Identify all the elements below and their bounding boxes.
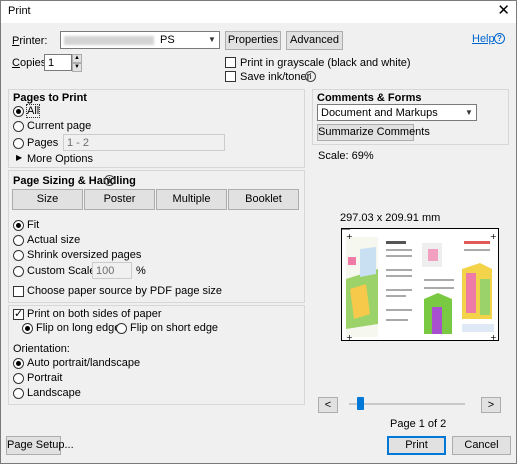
advanced-button[interactable]: Advanced (286, 31, 343, 50)
next-page-button[interactable]: > (481, 397, 501, 413)
preview-page-thumbnail: + + + + (341, 228, 499, 341)
summarize-comments-button[interactable]: Summarize Comments (317, 124, 430, 141)
chevron-down-icon: ▼ (461, 105, 476, 120)
custom-scale-radio[interactable] (13, 266, 24, 277)
fit-radio[interactable] (13, 220, 24, 231)
summarize-label: Summarize Comments (318, 126, 430, 138)
long-edge-radio[interactable] (22, 323, 33, 334)
shrink-label: Shrink oversized pages (27, 249, 142, 261)
expand-triangle-icon[interactable]: ▶ (16, 153, 22, 162)
page-dimensions: 297.03 x 209.91 mm (340, 212, 441, 224)
svg-text:+: + (490, 232, 497, 241)
help-link[interactable]: Help (472, 33, 495, 45)
size-button-label: Size (36, 193, 59, 205)
grayscale-checkbox[interactable] (225, 57, 236, 68)
properties-label: Properties (227, 34, 279, 46)
svg-text:+: + (346, 232, 353, 241)
page-slider-thumb[interactable] (357, 397, 364, 410)
landscape-radio[interactable] (13, 388, 24, 399)
landscape-label: Landscape (27, 387, 81, 399)
page-status: Page 1 of 2 (390, 418, 447, 430)
properties-button[interactable]: Properties (225, 31, 281, 50)
actual-size-label: Actual size (27, 234, 81, 246)
fit-label: Fit (27, 219, 40, 231)
custom-scale-input[interactable]: 100 (92, 262, 132, 279)
booklet-button[interactable]: Booklet (228, 189, 299, 210)
brochure-preview-image: + + + + (342, 229, 498, 341)
title-bar: Print ✕ (1, 1, 516, 23)
page-slider-track[interactable] (349, 403, 465, 405)
paper-source-checkbox[interactable] (13, 286, 24, 297)
previous-page-button[interactable]: < (318, 397, 338, 413)
window-title: Print (8, 5, 31, 17)
current-page-label: Current page (27, 120, 92, 132)
info-icon[interactable]: i (305, 71, 316, 82)
printer-label: Printer: (12, 35, 48, 47)
copies-up-button[interactable]: ▲ (72, 54, 82, 63)
printer-name-redacted (64, 35, 154, 45)
pages-heading: Pages to Print (13, 92, 87, 104)
save-ink-checkbox[interactable] (225, 71, 236, 82)
printer-name-suffix: PS (160, 34, 175, 46)
shrink-radio[interactable] (13, 250, 24, 261)
paper-source-label: Choose paper source by PDF page size (27, 285, 223, 297)
close-icon[interactable]: ✕ (497, 3, 510, 19)
info-icon[interactable]: i (104, 175, 115, 186)
svg-text:+: + (490, 333, 497, 341)
both-sides-checkbox[interactable] (13, 307, 24, 321)
save-ink-label: Save ink/toner (240, 71, 311, 83)
grayscale-label: Print in grayscale (black and white) (240, 57, 411, 69)
comments-select[interactable]: Document and Markups ▼ (317, 104, 477, 121)
previous-page-label: < (324, 399, 332, 411)
portrait-label: Portrait (27, 372, 63, 384)
long-edge-label: Flip on long edge (36, 322, 121, 334)
pages-range-label: Pages (27, 137, 59, 149)
pages-range-input[interactable]: 1 - 2 (63, 134, 225, 151)
pages-range-radio[interactable] (13, 138, 24, 149)
orientation-heading: Orientation: (13, 343, 70, 355)
print-label: Print (405, 439, 428, 451)
sizing-heading: Page Sizing & Handling (13, 175, 136, 187)
print-button[interactable]: Print (387, 436, 446, 455)
scale-label: Scale: 69% (318, 150, 374, 162)
more-options-label[interactable]: More Options (27, 153, 93, 165)
comments-heading: Comments & Forms (317, 92, 422, 104)
short-edge-radio[interactable] (116, 323, 127, 334)
percent-label: % (136, 265, 146, 277)
svg-text:+: + (346, 333, 353, 341)
advanced-label: Advanced (290, 34, 339, 46)
short-edge-label: Flip on short edge (130, 322, 219, 334)
booklet-button-label: Booklet (245, 193, 282, 205)
comments-select-value: Document and Markups (321, 107, 438, 119)
auto-orientation-label: Auto portrait/landscape (27, 357, 141, 369)
copies-input[interactable]: 1 (44, 54, 72, 71)
multiple-button-label: Multiple (172, 193, 211, 205)
poster-button-label: Poster (103, 193, 136, 205)
poster-button[interactable]: Poster (84, 189, 155, 210)
size-button[interactable]: Size (12, 189, 83, 210)
next-page-label: > (487, 399, 495, 411)
chevron-down-icon: ▼ (204, 32, 219, 48)
cancel-label: Cancel (464, 439, 499, 451)
both-sides-label: Print on both sides of paper (27, 308, 162, 320)
current-page-radio[interactable] (13, 121, 24, 132)
page-setup-button[interactable]: Page Setup... (6, 436, 74, 455)
actual-size-radio[interactable] (13, 235, 24, 246)
copies-down-button[interactable]: ▼ (72, 63, 82, 72)
help-icon[interactable]: ? (494, 33, 505, 44)
pages-all-label: All (25, 104, 41, 118)
multiple-button[interactable]: Multiple (156, 189, 227, 210)
custom-scale-label: Custom Scale: (27, 265, 99, 277)
portrait-radio[interactable] (13, 373, 24, 384)
auto-orientation-radio[interactable] (13, 358, 24, 369)
pages-all-radio[interactable] (13, 106, 24, 117)
page-setup-label: Page Setup... (7, 439, 74, 451)
printer-select[interactable]: PS ▼ (60, 31, 220, 49)
cancel-button[interactable]: Cancel (452, 436, 511, 455)
